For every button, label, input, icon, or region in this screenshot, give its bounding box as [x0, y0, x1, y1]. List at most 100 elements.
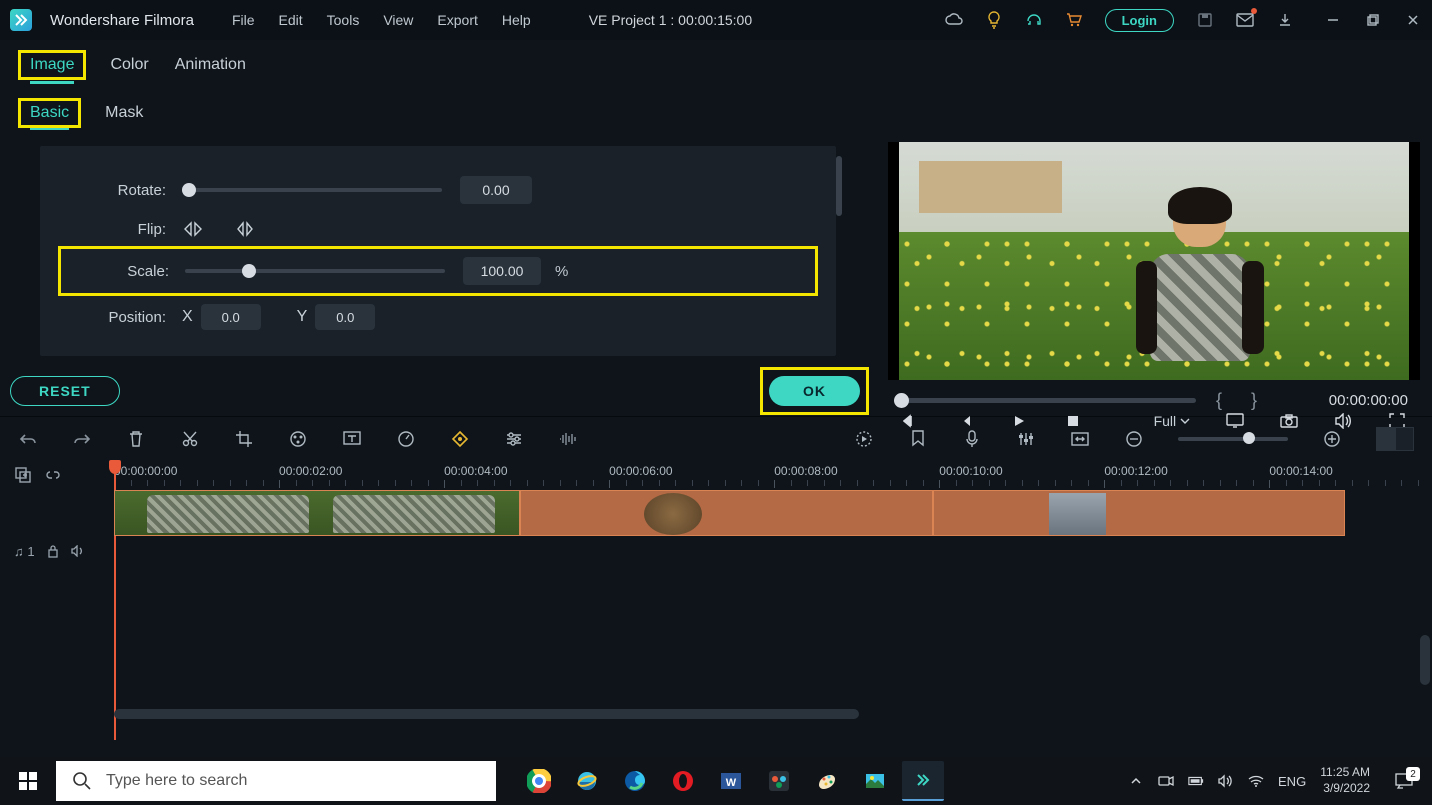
quality-select[interactable]: Full: [1154, 413, 1191, 429]
menu-edit[interactable]: Edit: [279, 12, 303, 28]
maximize-icon[interactable]: [1364, 11, 1382, 29]
lock-icon[interactable]: [47, 544, 59, 558]
reset-button[interactable]: RESET: [10, 376, 120, 406]
zoom-out-icon[interactable]: [1124, 429, 1144, 449]
timeline-ruler[interactable]: 00:00:00:0000:00:02:0000:00:04:0000:00:0…: [114, 460, 1424, 490]
zoom-slider[interactable]: [1178, 437, 1288, 441]
tab-color[interactable]: Color: [110, 48, 148, 82]
clip-1[interactable]: [114, 490, 520, 536]
timeline-view-toggle[interactable]: [1376, 427, 1414, 451]
taskbar-edge-icon[interactable]: [614, 761, 656, 801]
pos-y-value[interactable]: 0.0: [315, 304, 375, 330]
taskbar-resolve-icon[interactable]: [758, 761, 800, 801]
taskbar-opera-icon[interactable]: [662, 761, 704, 801]
mic-icon[interactable]: [962, 429, 982, 449]
taskbar-word-icon[interactable]: W: [710, 761, 752, 801]
snapshot-icon[interactable]: [1280, 411, 1298, 431]
tray-notifications-icon[interactable]: 2: [1384, 761, 1424, 801]
timeline-hscroll[interactable]: [114, 709, 859, 719]
fit-icon[interactable]: [1070, 429, 1090, 449]
keyframe-icon[interactable]: [450, 429, 470, 449]
preview-canvas[interactable]: [888, 142, 1420, 380]
inout-brackets[interactable]: { }: [1216, 390, 1269, 411]
menu-view[interactable]: View: [383, 12, 413, 28]
subtab-basic[interactable]: Basic: [30, 98, 69, 130]
text-icon[interactable]: [342, 429, 362, 449]
tab-image[interactable]: Image: [30, 48, 74, 84]
tab-animation[interactable]: Animation: [175, 48, 246, 82]
undo-icon[interactable]: [18, 429, 38, 449]
adjust-icon[interactable]: [504, 429, 524, 449]
flip-vertical-icon[interactable]: [234, 220, 256, 238]
link-icon[interactable]: [44, 468, 62, 482]
scale-value[interactable]: 100.00: [463, 257, 541, 285]
minimize-icon[interactable]: [1324, 11, 1342, 29]
clip-3[interactable]: [933, 490, 1346, 536]
cut-icon[interactable]: [180, 429, 200, 449]
menu-export[interactable]: Export: [437, 12, 477, 28]
clip-2[interactable]: [520, 490, 933, 536]
preview-seekbar[interactable]: [896, 398, 1196, 403]
scale-unit: %: [555, 263, 568, 280]
login-button[interactable]: Login: [1105, 9, 1174, 32]
properties-panel: Rotate: 0.00 Flip: Scale: 100.00 %: [0, 136, 876, 416]
flip-row: Flip:: [70, 220, 806, 238]
rotate-label: Rotate:: [70, 182, 166, 199]
display-icon[interactable]: [1226, 411, 1244, 431]
rotate-slider[interactable]: [182, 188, 442, 192]
redo-icon[interactable]: [72, 429, 92, 449]
main-menu: File Edit Tools View Export Help: [232, 12, 531, 28]
mute-icon[interactable]: [71, 545, 85, 557]
crop-icon[interactable]: [234, 429, 254, 449]
delete-icon[interactable]: [126, 429, 146, 449]
close-icon[interactable]: [1404, 11, 1422, 29]
subtab-mask[interactable]: Mask: [105, 98, 143, 128]
taskbar-filmora-icon[interactable]: [902, 761, 944, 801]
taskbar-search[interactable]: Type here to search: [56, 761, 496, 801]
taskbar-ie-icon[interactable]: [566, 761, 608, 801]
menu-help[interactable]: Help: [502, 12, 531, 28]
windows-taskbar: Type here to search W ENG 11:25 AM 3/9/2…: [0, 757, 1432, 805]
rotate-value[interactable]: 0.00: [460, 176, 532, 204]
taskbar-chrome-icon[interactable]: [518, 761, 560, 801]
cloud-icon[interactable]: [945, 11, 963, 29]
tray-lang[interactable]: ENG: [1278, 774, 1306, 789]
idea-icon[interactable]: [985, 11, 1003, 29]
tray-battery-icon[interactable]: [1188, 773, 1204, 789]
panel-scrollbar[interactable]: [836, 156, 842, 216]
start-button[interactable]: [0, 757, 56, 805]
mail-icon[interactable]: [1236, 11, 1254, 29]
tray-wifi-icon[interactable]: [1248, 773, 1264, 789]
video-track[interactable]: [114, 490, 1424, 538]
marker-icon[interactable]: [908, 429, 928, 449]
speed-icon[interactable]: [396, 429, 416, 449]
save-icon[interactable]: [1196, 11, 1214, 29]
tray-chevron-icon[interactable]: [1128, 773, 1144, 789]
timeline-vscroll[interactable]: [1420, 635, 1430, 685]
mixer-icon[interactable]: [1016, 429, 1036, 449]
audio-wave-icon[interactable]: [558, 429, 578, 449]
rotate-row: Rotate: 0.00: [70, 176, 806, 204]
taskbar-photos-icon[interactable]: [854, 761, 896, 801]
tray-clock[interactable]: 11:25 AM 3/9/2022: [1320, 765, 1370, 796]
taskbar-paint-icon[interactable]: [806, 761, 848, 801]
color-icon[interactable]: [288, 429, 308, 449]
flip-horizontal-icon[interactable]: [182, 220, 204, 238]
headset-icon[interactable]: [1025, 11, 1043, 29]
scale-highlight: Scale: 100.00 %: [58, 246, 818, 296]
menu-tools[interactable]: Tools: [327, 12, 360, 28]
ok-button[interactable]: OK: [769, 376, 860, 406]
cart-icon[interactable]: [1065, 11, 1083, 29]
tray-volume-icon[interactable]: [1218, 773, 1234, 789]
menu-file[interactable]: File: [232, 12, 255, 28]
add-track-icon[interactable]: [14, 466, 32, 484]
pos-x-value[interactable]: 0.0: [201, 304, 261, 330]
zoom-in-icon[interactable]: [1322, 429, 1342, 449]
tray-meet-icon[interactable]: [1158, 773, 1174, 789]
scale-slider[interactable]: [185, 269, 445, 273]
download-icon[interactable]: [1276, 11, 1294, 29]
preview-timecode: 00:00:00:00: [1329, 392, 1408, 409]
render-icon[interactable]: [854, 429, 874, 449]
audio-track[interactable]: [114, 582, 1424, 626]
property-subtabs: Basic Mask: [0, 90, 1432, 136]
